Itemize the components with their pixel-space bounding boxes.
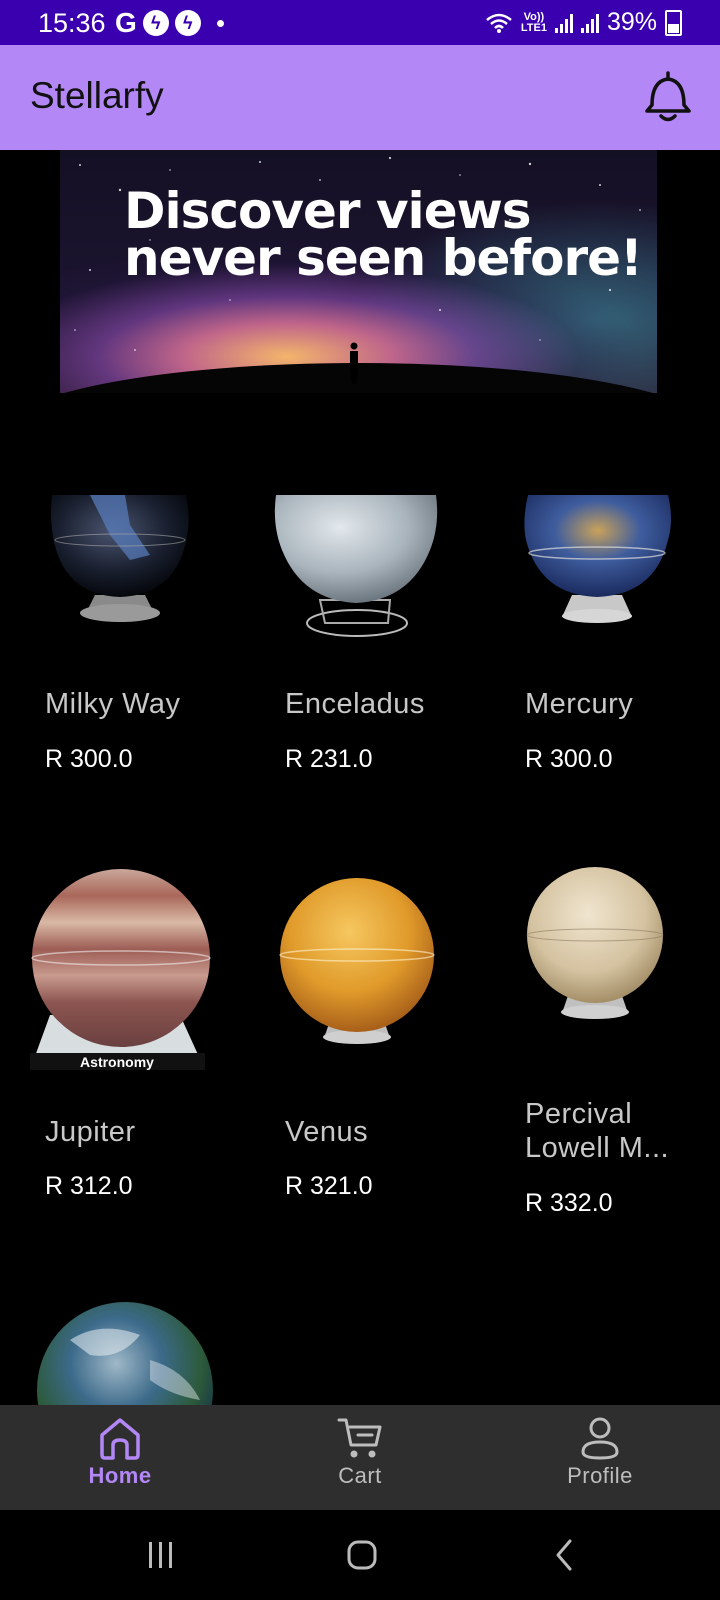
signal-icon (554, 13, 573, 33)
battery-icon (665, 9, 682, 36)
product-card[interactable] (0, 1300, 230, 1405)
product-image-earth (37, 1302, 213, 1405)
product-name: Percival Lowell M... (525, 1098, 670, 1164)
product-image-milky-way (51, 495, 189, 622)
product-price: R 312.0 (45, 1172, 133, 1200)
flash-notification-icon: ϟ (142, 10, 169, 36)
wifi-icon (486, 13, 512, 33)
product-price: R 321.0 (285, 1172, 373, 1200)
product-card[interactable]: Percival Lowell M... R 332.0 (480, 865, 710, 1225)
home-circle-icon[interactable] (346, 1539, 378, 1571)
recent-apps-icon[interactable] (146, 1540, 176, 1570)
nav-cart[interactable]: Cart (260, 1415, 460, 1505)
product-name: Enceladus (285, 688, 425, 720)
product-image-enceladus (274, 495, 438, 637)
status-bar: 15:36 G ϟ ϟ Vo)) LTE1 39% (0, 0, 720, 45)
product-image-mercury (524, 495, 671, 623)
volte-label: Vo)) (523, 10, 545, 23)
banner-headline: Discover views never seen before! (124, 182, 643, 287)
product-card[interactable]: Astronomy Jupiter R 312.0 (0, 865, 230, 1225)
product-image-venus (279, 878, 435, 1044)
cart-icon (337, 1418, 382, 1458)
lte-label: LTE1 (520, 21, 547, 34)
status-time: 15:36 (38, 8, 106, 38)
product-card[interactable]: Mercury R 300.0 (480, 495, 710, 855)
product-price: R 300.0 (45, 745, 133, 773)
flash-notification-icon-2: ϟ (174, 10, 201, 36)
battery-percent: 39% (606, 8, 657, 36)
product-image-percival-lowell (526, 867, 664, 1019)
system-navigation-bar (0, 1510, 720, 1600)
product-name: Jupiter (45, 1116, 136, 1148)
nav-profile[interactable]: Profile (500, 1415, 700, 1505)
volte-indicator: Vo)) LTE1 (520, 10, 547, 34)
product-image-jupiter: Astronomy (30, 869, 211, 1070)
nav-label: Cart (338, 1463, 382, 1488)
nav-label: Profile (567, 1463, 633, 1488)
product-price: R 332.0 (525, 1189, 613, 1217)
profile-icon (581, 1417, 619, 1460)
google-g-icon: G (115, 7, 137, 38)
status-notification-icons: G ϟ ϟ (115, 7, 224, 39)
product-price: R 231.0 (285, 745, 373, 773)
app-bar: Stellarfy (0, 45, 720, 150)
product-price: R 300.0 (525, 745, 613, 773)
product-card[interactable]: Venus R 321.0 (240, 865, 470, 1225)
promo-banner: Discover views never seen before! (60, 150, 657, 393)
signal-icon-2 (580, 13, 599, 33)
bell-icon[interactable] (642, 67, 694, 125)
more-notifications-dot-icon (216, 19, 224, 27)
back-icon[interactable] (552, 1538, 576, 1572)
person-silhouette (350, 342, 358, 384)
svg-text:Astronomy: Astronomy (80, 1054, 154, 1070)
nav-label: Home (88, 1463, 152, 1488)
product-name: Venus (285, 1116, 369, 1148)
product-name: Mercury (525, 688, 634, 720)
home-icon (100, 1418, 140, 1460)
nav-home[interactable]: Home (20, 1415, 220, 1505)
product-card[interactable]: Milky Way R 300.0 (0, 495, 230, 855)
product-card[interactable]: Enceladus R 231.0 (240, 495, 470, 855)
app-title: Stellarfy (30, 75, 164, 116)
product-name: Milky Way (45, 688, 181, 720)
bottom-navigation: Home Cart Profile (0, 1405, 720, 1510)
status-system-icons: Vo)) LTE1 39% (485, 8, 682, 37)
